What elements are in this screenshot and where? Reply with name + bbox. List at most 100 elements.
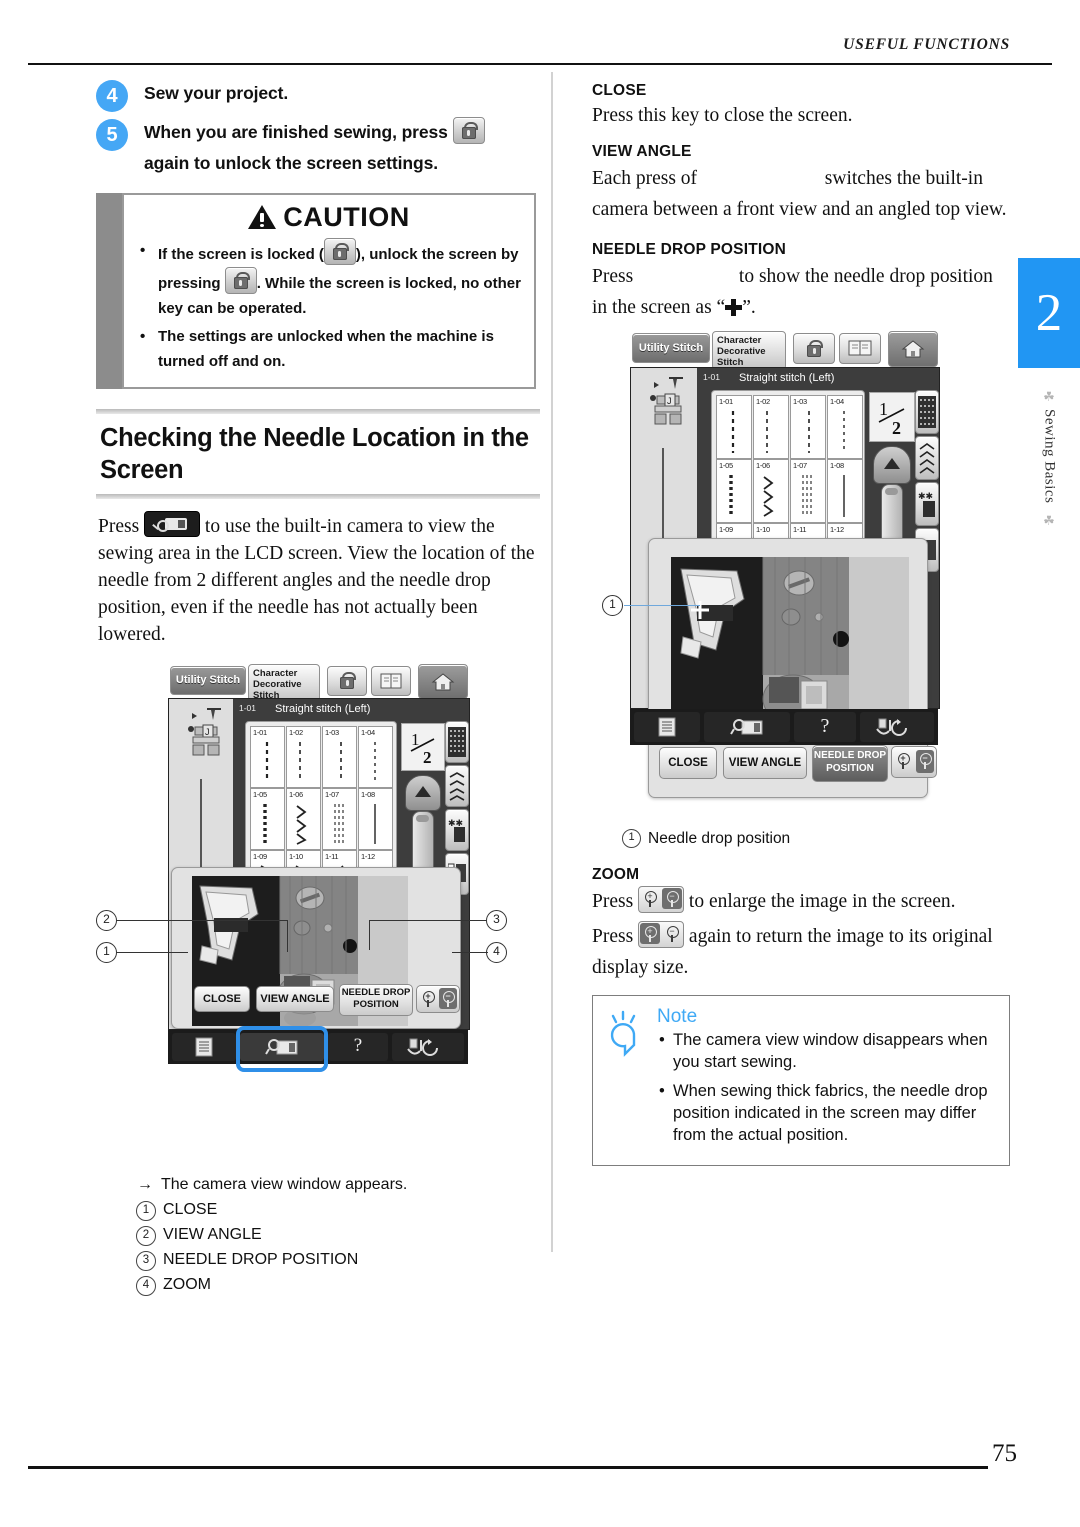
stitch-cell[interactable]: 1-07: [322, 788, 357, 850]
tab-utility-stitch[interactable]: Utility Stitch: [632, 333, 710, 363]
needle-drop-position-button[interactable]: NEEDLE DROP POSITION: [812, 745, 888, 782]
close-button[interactable]: CLOSE: [659, 747, 717, 779]
stitch-cell-label: 1-01: [719, 397, 733, 406]
zoom-button[interactable]: + −: [416, 985, 460, 1013]
stitch-category-button-1[interactable]: [445, 721, 469, 763]
stitch-cell-label: 1-04: [830, 397, 844, 406]
stitch-cell[interactable]: 1-05: [716, 459, 752, 523]
presser-foot-icon[interactable]: [392, 1033, 464, 1061]
caption-number: 1: [136, 1201, 156, 1221]
note-list: The camera view window disappears when y…: [657, 1029, 997, 1146]
caption-row: 2 VIEW ANGLE: [136, 1223, 540, 1247]
lock-button-icon[interactable]: [327, 666, 367, 696]
stitch-cell[interactable]: 1-01: [250, 726, 285, 788]
scroll-up-button[interactable]: [405, 775, 441, 811]
help-icon[interactable]: ?: [328, 1033, 388, 1061]
stitch-category-button-1[interactable]: [915, 390, 939, 434]
stitch-cell[interactable]: 1-05: [250, 788, 285, 850]
stitch-cell-label: 1-08: [361, 790, 375, 799]
stitch-cell[interactable]: 1-08: [358, 788, 393, 850]
home-button-icon[interactable]: [418, 664, 468, 699]
lcd-screenshot-right: Utility Stitch Character Decorative Stit…: [602, 331, 940, 821]
caption-label: Needle drop position: [648, 829, 791, 847]
tab-utility-stitch[interactable]: Utility Stitch: [170, 666, 246, 695]
scroll-up-button[interactable]: [873, 446, 911, 484]
ornament-icon: ☘: [1043, 389, 1055, 404]
zoom-line1-after: to enlarge the image in the screen.: [688, 891, 956, 912]
body-view-angle: Each press of switches the built-in came…: [592, 163, 1010, 225]
stitch-category-button-3[interactable]: ✱✱: [915, 482, 939, 526]
caution-text-1a: If the screen is locked (: [158, 246, 324, 263]
stitch-cell[interactable]: 1-03: [790, 395, 826, 459]
stitch-cell-label: 1-04: [361, 728, 375, 737]
tab-character-decorative-stitch[interactable]: Character Decorative Stitch: [712, 331, 786, 370]
lock-button-icon[interactable]: [793, 333, 835, 364]
stitch-cell-label: 1-02: [756, 397, 770, 406]
manual-button-icon[interactable]: [371, 666, 411, 696]
lock-button-icon: [323, 238, 356, 265]
lcd-stitch-screen: J 1-01 Straight stitch (Left) 1-01 1-02 …: [630, 367, 940, 798]
callout-3: 3: [486, 910, 507, 931]
view-angle-before: Each press of: [592, 168, 698, 189]
needle-drop-position-button[interactable]: NEEDLE DROP POSITION: [339, 984, 413, 1016]
column-divider: [551, 72, 553, 1252]
help-icon[interactable]: ?: [794, 712, 856, 742]
manual-page: USEFUL FUNCTIONS 75 2 ☘ Sewing Basics ☘ …: [0, 0, 1080, 1527]
stitch-cell-label: 1-11: [325, 852, 339, 861]
chapter-title-vertical: Sewing Basics: [1041, 409, 1058, 504]
stitch-cell[interactable]: 1-07: [790, 459, 826, 523]
zoom-line2-before: Press: [592, 926, 634, 947]
stitch-cell[interactable]: 1-06: [753, 459, 789, 523]
zoom-button[interactable]: + −: [891, 746, 937, 778]
callout-2: 2: [96, 910, 117, 931]
stitch-cell[interactable]: 1-08: [827, 459, 863, 523]
presser-foot-icon[interactable]: [860, 712, 934, 742]
crosshair-plus-icon: [725, 299, 743, 316]
caption-label: NEEDLE DROP POSITION: [163, 1251, 359, 1268]
view-angle-button[interactable]: VIEW ANGLE: [723, 747, 807, 779]
stitch-cell[interactable]: 1-03: [322, 726, 357, 788]
camera-view-icon[interactable]: [704, 712, 790, 742]
caution-title: CAUTION: [283, 202, 410, 232]
svg-text:1: 1: [879, 399, 888, 419]
stitch-cell[interactable]: 1-04: [827, 395, 863, 459]
body-needle-drop-position: Press to show the needle drop position i…: [592, 261, 1010, 323]
caution-inner: CAUTION If the screen is locked (), unlo…: [122, 193, 536, 389]
callout-leader: [452, 952, 488, 954]
stitch-cell[interactable]: 1-01: [716, 395, 752, 459]
section-rule-top: [96, 409, 540, 414]
callout-4: 4: [486, 942, 507, 963]
stitch-cell-label: 1-01: [253, 728, 267, 737]
tab-character-decorative-stitch[interactable]: Character Decorative Stitch: [248, 664, 320, 702]
camera-view-window: CLOSE VIEW ANGLE NEEDLE DROP POSITION + …: [171, 867, 461, 1029]
stitch-cell[interactable]: 1-02: [753, 395, 789, 459]
close-button[interactable]: CLOSE: [194, 986, 250, 1012]
callout-1: 1: [602, 595, 623, 616]
stitch-category-button-2[interactable]: [445, 765, 469, 807]
view-angle-button[interactable]: VIEW ANGLE: [256, 986, 334, 1012]
stitch-cell[interactable]: 1-04: [358, 726, 393, 788]
stitch-cell-label: 1-10: [289, 852, 303, 861]
settings-icon[interactable]: [172, 1033, 236, 1061]
page-indicator: 1 2: [401, 723, 445, 771]
stitch-cell[interactable]: 1-02: [286, 726, 321, 788]
stitch-cell-label: 1-08: [830, 461, 844, 470]
stitch-number: 1-01: [703, 372, 721, 382]
stitch-name: Straight stitch (Left): [275, 703, 371, 715]
stitch-cell-label: 1-10: [756, 525, 770, 534]
section-heading: Checking the Needle Location in the Scre…: [100, 424, 529, 484]
ndp-after: ”.: [742, 297, 756, 318]
settings-icon[interactable]: [634, 712, 700, 742]
note-item: The camera view window disappears when y…: [657, 1029, 997, 1073]
manual-button-icon[interactable]: [839, 333, 881, 364]
stitch-cell[interactable]: 1-06: [286, 788, 321, 850]
stitch-cell-label: 1-05: [253, 790, 267, 799]
home-button-icon[interactable]: [888, 331, 938, 367]
stitch-category-button-3[interactable]: ✱✱: [445, 809, 469, 851]
stitch-cell-label: 1-07: [325, 790, 339, 799]
caution-title-row: CAUTION: [124, 202, 534, 233]
caption-number: 1: [622, 829, 641, 848]
stitch-category-button-2[interactable]: [915, 436, 939, 480]
chapter-tab: 2: [1018, 258, 1080, 368]
intro-before: Press: [98, 516, 140, 537]
